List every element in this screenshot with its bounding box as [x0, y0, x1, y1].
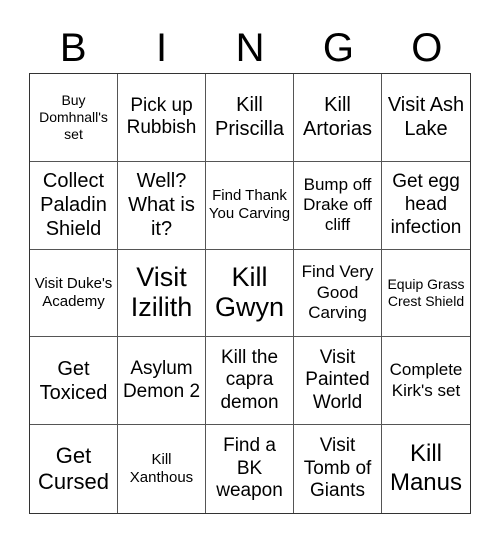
bingo-cell[interactable]: Kill Priscilla	[206, 74, 294, 162]
bingo-cell[interactable]: Get Toxiced	[30, 337, 118, 426]
bingo-cell[interactable]: Visit Duke's Academy	[30, 249, 118, 338]
bingo-cell[interactable]: Visit Izilith	[118, 249, 206, 338]
header-letter-n: N	[235, 26, 265, 70]
bingo-cell[interactable]: Find Very Good Carving	[294, 249, 382, 338]
bingo-cell[interactable]: Collect Paladin Shield	[30, 161, 118, 250]
header-letter-g: G	[322, 26, 354, 70]
bingo-cell[interactable]: Kill Gwyn	[206, 249, 294, 338]
bingo-cell[interactable]: Visit Painted World	[294, 337, 382, 426]
bingo-grid: Buy Domhnall's set Pick up Rubbish Kill …	[29, 73, 471, 514]
bingo-cell[interactable]: Pick up Rubbish	[118, 74, 206, 162]
bingo-cell[interactable]: Kill Artorias	[294, 74, 382, 162]
bingo-cell[interactable]: Get egg head infection	[382, 162, 470, 250]
header-letter-o: O	[411, 26, 443, 70]
bingo-cell[interactable]: Find Thank You Carving	[206, 161, 294, 250]
bingo-cell[interactable]: Get Cursed	[30, 425, 118, 513]
header-letter-i: I	[156, 26, 168, 70]
bingo-header: B I N G O	[29, 24, 471, 72]
header-letter-b: B	[59, 26, 87, 70]
bingo-cell[interactable]: Asylum Demon 2	[118, 337, 206, 426]
bingo-cell[interactable]: Bump off Drake off cliff	[294, 161, 382, 250]
bingo-cell[interactable]: Find a BK weapon	[206, 425, 294, 513]
bingo-cell[interactable]: Kill the capra demon	[206, 337, 294, 426]
bingo-cell[interactable]: Visit Ash Lake	[382, 74, 470, 162]
bingo-cell[interactable]: Buy Domhnall's set	[30, 74, 118, 162]
bingo-cell[interactable]: Visit Tomb of Giants	[294, 425, 382, 513]
bingo-cell[interactable]: Equip Grass Crest Shield	[382, 250, 470, 338]
bingo-cell[interactable]: Kill Manus	[382, 425, 470, 513]
bingo-cell[interactable]: Complete Kirk's set	[382, 337, 470, 426]
bingo-cell[interactable]: Well? What is it?	[118, 161, 206, 250]
bingo-cell[interactable]: Kill Xanthous	[118, 425, 206, 513]
